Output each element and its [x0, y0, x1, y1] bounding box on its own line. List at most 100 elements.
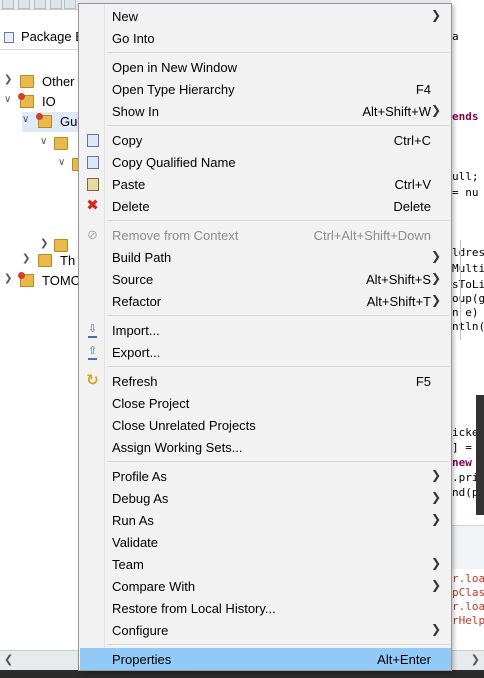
code-line: rHelp [452, 614, 484, 627]
collapse-icon[interactable]: ∨ [22, 114, 29, 125]
menu-separator [107, 315, 449, 316]
tree-item[interactable]: ❯ TOMC [4, 271, 80, 291]
tree-item[interactable]: ∨ [58, 155, 86, 175]
menu-item-close-unrelated-projects[interactable]: Close Unrelated Projects [80, 414, 451, 436]
menu-item-run-as[interactable]: Run As ❯ [80, 509, 451, 531]
toolbar-button[interactable] [2, 0, 14, 9]
menu-item-label: Configure [112, 623, 169, 638]
menu-item-debug-as[interactable]: Debug As ❯ [80, 487, 451, 509]
code-line: n e) { [452, 306, 484, 319]
menu-item-go-into[interactable]: Go Into [80, 27, 451, 49]
menu-item-shortcut: Delete [393, 199, 431, 214]
menu-icon-slot: ⇧ [85, 345, 100, 360]
menu-separator [107, 461, 449, 462]
tree-item-label: IO [42, 94, 56, 109]
menu-item-validate[interactable]: Validate [80, 531, 451, 553]
menu-icon-slot: ⇩ [85, 322, 100, 338]
toolbar-button[interactable] [34, 0, 46, 9]
menu-item-close-project[interactable]: Close Project [80, 392, 451, 414]
expand-icon[interactable]: ❯ [4, 273, 12, 284]
menu-icon-slot [85, 133, 100, 147]
tree-item[interactable]: ∨ IO [4, 92, 80, 112]
menu-item-shortcut: F5 [415, 374, 431, 389]
menu-item-label: Refresh [112, 374, 158, 389]
code-line: ends [452, 110, 479, 123]
menu-item-new[interactable]: New ❯ [80, 5, 451, 27]
code-line: pClas [452, 586, 484, 599]
menu-icon-slot: ↻ [85, 372, 100, 389]
menu-item-configure[interactable]: Configure ❯ [80, 619, 451, 641]
menu-item-open-type-hierarchy[interactable]: Open Type Hierarchy F4 [80, 78, 451, 100]
toolbar-button[interactable] [64, 0, 76, 9]
tree-item-label: TOMC [42, 273, 81, 288]
menu-item-copy[interactable]: Copy Ctrl+C [80, 129, 451, 151]
tree-item[interactable]: ❯ [40, 236, 80, 256]
menu-item-show-in[interactable]: Show In Alt+Shift+W ❯ [80, 100, 451, 122]
menu-icon-slot [85, 155, 100, 169]
menu-item-refactor[interactable]: Refactor Alt+Shift+T ❯ [80, 290, 451, 312]
delete-icon: ✖ [86, 197, 99, 214]
menu-item-paste[interactable]: Paste Ctrl+V [80, 173, 451, 195]
menu-item-import[interactable]: ⇩ Import... [80, 319, 451, 341]
toolbar-button[interactable] [50, 0, 62, 9]
remove-context-icon: ⊘ [87, 227, 98, 242]
tree-item[interactable]: ❯ Other [4, 72, 80, 92]
code-line: r.loa [452, 600, 484, 613]
tree-item[interactable]: ∨ [40, 134, 80, 154]
menu-item-restore-from-local-history[interactable]: Restore from Local History... [80, 597, 451, 619]
collapse-icon[interactable]: ∨ [40, 136, 47, 147]
submenu-arrow-icon: ❯ [430, 8, 441, 22]
menu-icon-slot [85, 177, 100, 191]
package-explorer-tab[interactable]: Package E [0, 24, 84, 50]
menu-separator [107, 366, 449, 367]
menu-item-shortcut: Alt+Enter [377, 652, 431, 667]
menu-icon-slot: ✖ [85, 197, 100, 214]
menu-item-assign-working-sets[interactable]: Assign Working Sets... [80, 436, 451, 458]
menu-item-shortcut: Alt+Shift+T [366, 294, 431, 309]
menu-item-shortcut: Ctrl+C [393, 133, 431, 148]
menu-item-label: Run As [112, 513, 154, 528]
package-explorer-title: Package E [21, 29, 84, 44]
editor-scrollbar[interactable] [476, 395, 484, 515]
submenu-arrow-icon: ❯ [430, 271, 441, 285]
submenu-arrow-icon: ❯ [430, 512, 441, 526]
submenu-arrow-icon: ❯ [430, 622, 441, 636]
refresh-icon: ↻ [86, 372, 99, 389]
toolbar-button[interactable] [18, 0, 30, 9]
menu-item-refresh[interactable]: ↻ Refresh F5 [80, 370, 451, 392]
expand-icon[interactable]: ❯ [22, 253, 30, 264]
expand-icon[interactable]: ❯ [40, 238, 48, 249]
scroll-right-icon[interactable]: ❯ [471, 653, 480, 666]
code-line: = nu [452, 186, 479, 199]
collapse-icon[interactable]: ∨ [4, 94, 11, 105]
folder-icon [20, 75, 34, 88]
menu-item-shortcut: Alt+Shift+S [365, 272, 431, 287]
submenu-arrow-icon: ❯ [430, 249, 441, 263]
code-line: a [452, 30, 459, 43]
expand-icon[interactable]: ❯ [4, 74, 12, 85]
menu-item-label: Profile As [112, 469, 167, 484]
menu-item-build-path[interactable]: Build Path ❯ [80, 246, 451, 268]
menu-item-copy-qualified-name[interactable]: Copy Qualified Name [80, 151, 451, 173]
menu-item-label: Validate [112, 535, 159, 550]
menu-item-export[interactable]: ⇧ Export... [80, 341, 451, 363]
menu-item-delete[interactable]: ✖ Delete Delete [80, 195, 451, 217]
menu-item-remove-from-context: ⊘ Remove from Context Ctrl+Alt+Shift+Down [80, 224, 451, 246]
import-icon: ⇩ [87, 322, 98, 338]
menu-item-team[interactable]: Team ❯ [80, 553, 451, 575]
console-view-header[interactable] [450, 525, 484, 569]
menu-item-compare-with[interactable]: Compare With ❯ [80, 575, 451, 597]
collapse-icon[interactable]: ∨ [58, 157, 65, 168]
menu-item-source[interactable]: Source Alt+Shift+S ❯ [80, 268, 451, 290]
submenu-arrow-icon: ❯ [430, 293, 441, 307]
menu-item-profile-as[interactable]: Profile As ❯ [80, 465, 451, 487]
tree-item-label: Gu [60, 114, 78, 129]
scroll-left-icon[interactable]: ❮ [4, 653, 13, 666]
code-line: ldress [452, 246, 484, 259]
menu-item-open-in-new-window[interactable]: Open in New Window [80, 56, 451, 78]
paste-icon [86, 177, 99, 191]
menu-item-properties[interactable]: Properties Alt+Enter [80, 648, 451, 670]
menu-item-label: Assign Working Sets... [112, 440, 243, 455]
tree-item[interactable]: ∨ Gu [22, 112, 80, 132]
menu-item-label: Team [112, 557, 144, 572]
